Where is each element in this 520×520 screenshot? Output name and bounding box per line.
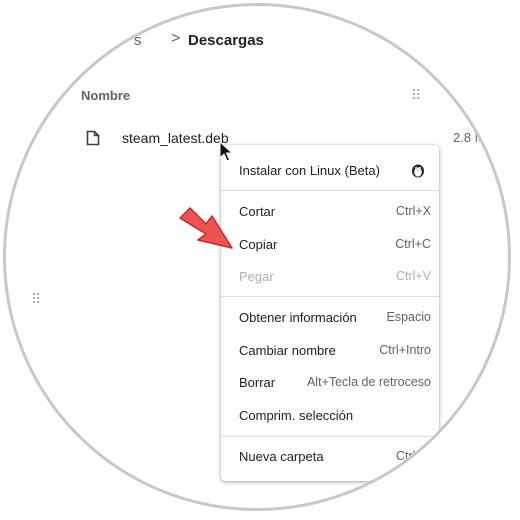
context-menu: Instalar con Linux (Beta) Cortar Ctrl+X … [221,145,439,481]
menu-item-install-linux[interactable]: Instalar con Linux (Beta) [221,156,439,184]
mouse-pointer-icon [219,140,234,168]
menu-item-shortcut: Ctrl+X [395,204,431,218]
file-icon [86,130,100,151]
menu-item-shortcut: Alt+Tecla de retroceso [306,375,431,389]
menu-item-label: Comprim. selección [239,408,354,423]
breadcrumb-chevron-icon: > [171,30,181,47]
breadcrumb-current[interactable]: Descargas [188,32,264,49]
menu-item-new-folder[interactable]: Nueva carpeta Ctrl+E [221,442,439,470]
menu-item-label: Cambiar nombre [239,343,336,358]
menu-separator [221,296,439,297]
menu-item-shortcut: Ctrl+C [395,237,431,251]
menu-item-label: Instalar con Linux (Beta) [239,163,380,178]
file-name: steam_latest.deb [122,130,229,146]
sidebar-resize-handle-icon[interactable]: ⠿ [31,292,41,306]
menu-item-label: Cortar [239,204,276,219]
column-header-name[interactable]: Nombre [81,88,130,103]
column-resize-handle-icon[interactable]: ⠿ [411,88,421,102]
menu-item-label: Obtener información [239,310,357,325]
menu-item-shortcut: Espacio [386,310,431,324]
menu-item-copy[interactable]: Copiar Ctrl+C [221,230,439,258]
breadcrumb-previous[interactable]: s [134,32,142,49]
menu-item-label: Pegar [239,269,274,284]
menu-item-label: Copiar [239,237,278,252]
penguin-icon [409,161,427,184]
menu-item-zip[interactable]: Comprim. selección [221,401,439,429]
menu-item-shortcut: Ctrl+V [395,269,431,283]
menu-item-shortcut: Ctrl+E [395,449,431,463]
menu-item-get-info[interactable]: Obtener información Espacio [221,303,439,331]
menu-item-cut[interactable]: Cortar Ctrl+X [221,197,439,225]
menu-item-shortcut: Ctrl+Intro [379,343,431,357]
menu-separator [221,190,439,191]
menu-separator [221,436,439,437]
menu-item-delete[interactable]: Borrar Alt+Tecla de retroceso [221,368,439,396]
menu-item-label: Borrar [239,375,276,390]
menu-item-rename[interactable]: Cambiar nombre Ctrl+Intro [221,336,439,364]
menu-item-paste: Pegar Ctrl+V [221,262,439,290]
annotation-arrow-icon [176,204,236,257]
file-size: 2.8 M [453,130,486,145]
menu-item-label: Nueva carpeta [239,449,324,464]
circular-crop-frame: s > Descargas Nombre ⠿ ⠿ steam_latest.de… [3,3,511,511]
